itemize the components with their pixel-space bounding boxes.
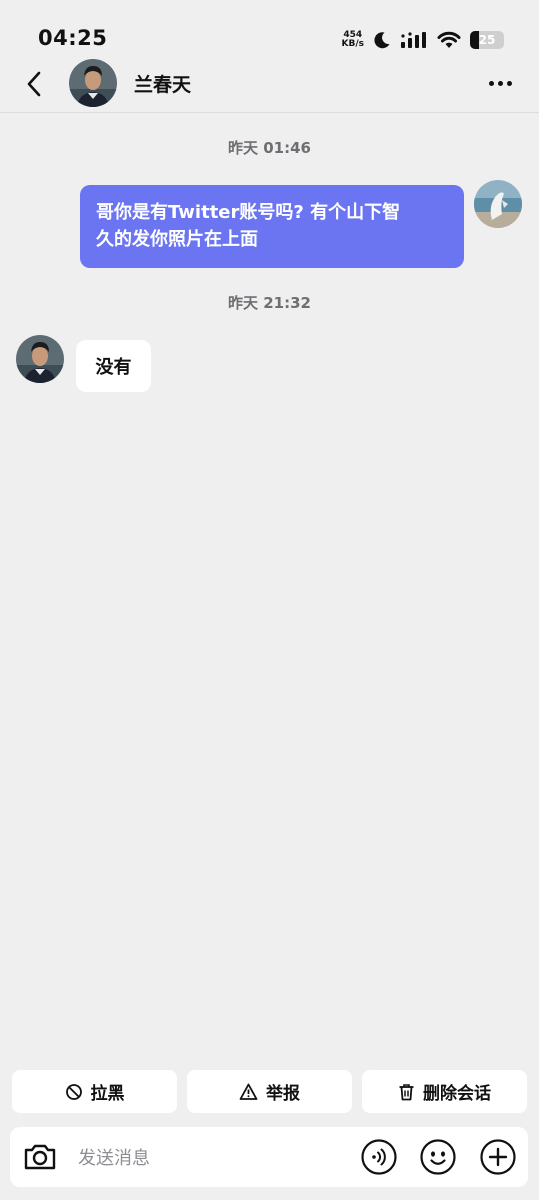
camera-icon (24, 1144, 56, 1170)
ellipsis-dot (497, 80, 503, 86)
outgoing-message-bubble[interactable]: 哥你是有Twitter账号吗? 有个山下智 久的发你照片在上面 (80, 185, 464, 268)
message-timestamp: 昨天 01:46 (228, 139, 311, 157)
status-icons: 454 KB/s 25 (342, 27, 504, 53)
battery-level: 25 (478, 33, 496, 47)
back-button[interactable] (18, 68, 50, 100)
contact-name[interactable]: 兰春天 (134, 70, 191, 97)
more-options-button[interactable] (483, 68, 517, 98)
message-input-bar (10, 1127, 528, 1187)
my-avatar[interactable] (474, 180, 522, 228)
battery-icon: 25 (470, 31, 504, 49)
message-input[interactable] (76, 1141, 350, 1175)
add-button[interactable] (479, 1138, 517, 1176)
block-button[interactable]: 拉黑 (12, 1070, 177, 1113)
contact-avatar[interactable] (69, 59, 117, 107)
contact-message-avatar[interactable] (16, 335, 64, 383)
block-icon (65, 1083, 82, 1100)
battery-fill (470, 31, 479, 49)
plus-circle-icon (480, 1139, 516, 1175)
avatar-man-icon (16, 335, 64, 383)
ellipsis-icon (488, 80, 494, 86)
incoming-message-bubble[interactable]: 没有 (76, 340, 151, 392)
voice-button[interactable] (360, 1138, 398, 1176)
avatar-man-icon (69, 59, 117, 107)
chat-header: 兰春天 (0, 56, 539, 113)
report-label: 举报 (266, 1084, 300, 1104)
moon-icon (374, 32, 390, 49)
avatar-beach-icon (474, 180, 522, 228)
ellipsis-dot (506, 80, 512, 86)
status-bar: 04:25 454 KB/s 25 (0, 0, 539, 56)
report-button[interactable]: 举报 (187, 1070, 352, 1113)
trash-icon (399, 1083, 414, 1100)
message-timestamp: 昨天 21:32 (228, 294, 311, 312)
status-time: 04:25 (38, 26, 108, 50)
emoji-button[interactable] (419, 1138, 457, 1176)
message-text: 没有 (95, 357, 132, 378)
net-speed: 454 KB/s (342, 31, 364, 49)
voice-icon (361, 1139, 397, 1175)
warning-icon (239, 1083, 258, 1100)
signal-icon (401, 32, 426, 48)
net-speed-unit: KB/s (341, 39, 364, 49)
message-text-line: 哥你是有Twitter账号吗? 有个山下智 (96, 202, 401, 223)
emoji-icon (420, 1139, 456, 1175)
block-label: 拉黑 (90, 1084, 125, 1104)
action-row: 拉黑 举报 删除会话 (12, 1070, 527, 1113)
delete-label: 删除会话 (423, 1084, 491, 1104)
wifi-icon (437, 31, 461, 48)
chevron-left-icon (27, 71, 41, 97)
message-text-line: 久的发你照片在上面 (96, 229, 258, 250)
delete-conversation-button[interactable]: 删除会话 (362, 1070, 527, 1113)
camera-button[interactable] (22, 1139, 58, 1175)
